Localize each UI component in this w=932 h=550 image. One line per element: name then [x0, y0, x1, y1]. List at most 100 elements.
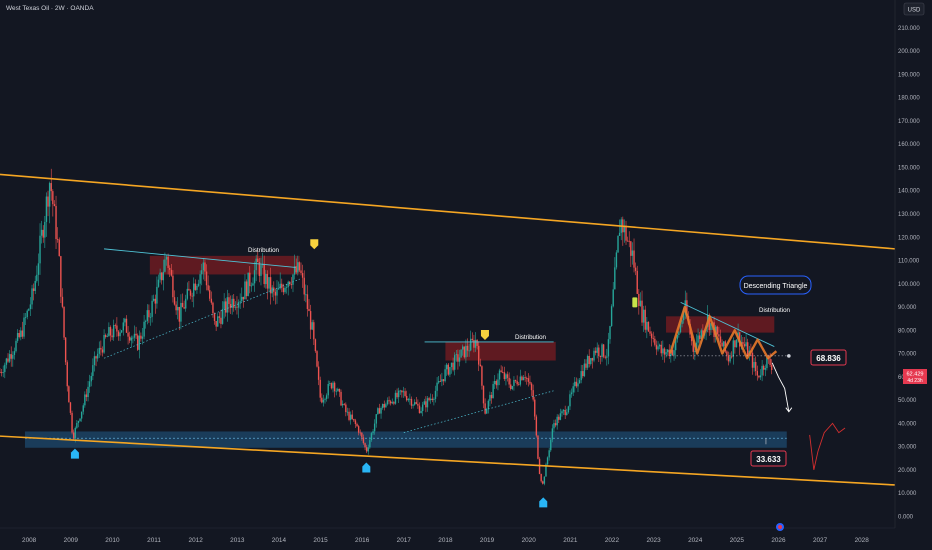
candle-body — [606, 356, 608, 358]
candle-body — [598, 347, 600, 357]
candle-body — [516, 381, 518, 385]
candle-body — [271, 287, 273, 294]
x-tick-label: 2026 — [771, 537, 786, 544]
candle-body — [591, 358, 594, 361]
candle-body — [106, 336, 108, 338]
candle-body — [397, 390, 400, 398]
candle-body — [149, 316, 152, 318]
candle-body — [602, 344, 605, 357]
candle-body — [93, 356, 96, 366]
x-tick-label: 2010 — [105, 537, 120, 544]
candle-body — [353, 418, 355, 421]
candle-body — [434, 390, 437, 399]
y-tick-label: 80.000 — [898, 328, 917, 334]
candle-body — [282, 287, 285, 293]
candle-body — [236, 306, 238, 308]
candle-body — [164, 259, 166, 272]
candle-body — [221, 308, 224, 324]
price-chart[interactable]: 210.000 200.000 190.000 180.000 170.000 160.0… — [0, 0, 932, 550]
candle-body — [548, 450, 550, 458]
candle-body — [290, 284, 293, 285]
candle-body — [233, 298, 235, 308]
candle-body — [101, 349, 104, 353]
candle-body — [63, 306, 65, 338]
candle-body — [354, 420, 357, 424]
candle-body — [161, 272, 163, 281]
candle-body — [87, 386, 89, 398]
current-price-countdown: 4d 23h — [907, 378, 923, 384]
candle-body — [726, 351, 728, 356]
candle-body — [151, 300, 153, 317]
candle-body — [205, 271, 208, 286]
candle-body — [638, 293, 640, 306]
candle-body — [503, 372, 506, 379]
candle-body — [202, 262, 205, 271]
candle-body — [465, 345, 467, 358]
x-tick-label: 2025 — [730, 537, 745, 544]
candle-body — [26, 310, 28, 318]
candle-body — [718, 334, 720, 337]
candle-body — [524, 377, 526, 379]
candle-body — [513, 380, 515, 386]
candle-body — [519, 376, 522, 385]
candle-body — [462, 346, 464, 350]
candle-body — [654, 338, 656, 345]
candle-body — [364, 443, 366, 448]
candle-body — [633, 250, 635, 268]
candle-body — [431, 398, 433, 401]
candle-body — [678, 332, 680, 335]
candle-body — [329, 383, 331, 385]
candle-body — [444, 369, 446, 382]
candle-body — [348, 411, 350, 420]
candle-body — [542, 481, 544, 484]
candle-body — [69, 402, 72, 413]
candle-body — [39, 235, 41, 264]
candle-body — [481, 366, 483, 386]
candle-body — [196, 285, 198, 290]
candle-body — [220, 317, 222, 324]
candle-body — [373, 423, 376, 432]
x-tick-label: 2028 — [855, 537, 870, 544]
candle-body — [391, 402, 393, 404]
candle-body — [518, 384, 520, 386]
candle-body — [506, 374, 509, 378]
candle-body — [386, 400, 389, 405]
candle-body — [753, 361, 755, 368]
candle-body — [157, 279, 160, 287]
candle-body — [646, 321, 648, 330]
candle-body — [479, 364, 482, 367]
candle-body — [454, 355, 456, 370]
x-tick-label: 2019 — [480, 537, 495, 544]
candle-body — [527, 378, 530, 382]
candle-body — [112, 325, 115, 338]
candle-body — [309, 311, 312, 330]
x-tick-label: 2024 — [688, 537, 703, 544]
supply-zone — [445, 341, 556, 361]
x-tick-label: 2009 — [64, 537, 79, 544]
candle-body — [574, 381, 576, 387]
support-zone — [24, 431, 787, 448]
x-tick-label: 2013 — [230, 537, 245, 544]
candle-body — [276, 289, 278, 296]
candle-body — [18, 332, 20, 338]
candle-body — [132, 337, 134, 339]
candle-body — [716, 326, 718, 335]
price-axis[interactable]: 210.000 200.000 190.000 180.000 170.000 160.0… — [894, 0, 932, 550]
y-tick-label: 70.000 — [898, 352, 917, 358]
candle-body — [511, 385, 514, 390]
candle-body — [652, 338, 654, 340]
candle-body — [401, 390, 403, 393]
candle-body — [61, 296, 64, 307]
candle-body — [266, 273, 269, 289]
candle-body — [12, 354, 14, 359]
candle-body — [666, 349, 669, 353]
candle-body — [143, 321, 145, 337]
candle-body — [66, 362, 68, 387]
candle-body — [474, 339, 477, 348]
candle-body — [292, 274, 294, 285]
candle-body — [385, 404, 387, 408]
candle-body — [229, 304, 232, 308]
candle-body — [268, 277, 270, 289]
candle-body — [263, 263, 265, 285]
candle-body — [583, 363, 586, 377]
